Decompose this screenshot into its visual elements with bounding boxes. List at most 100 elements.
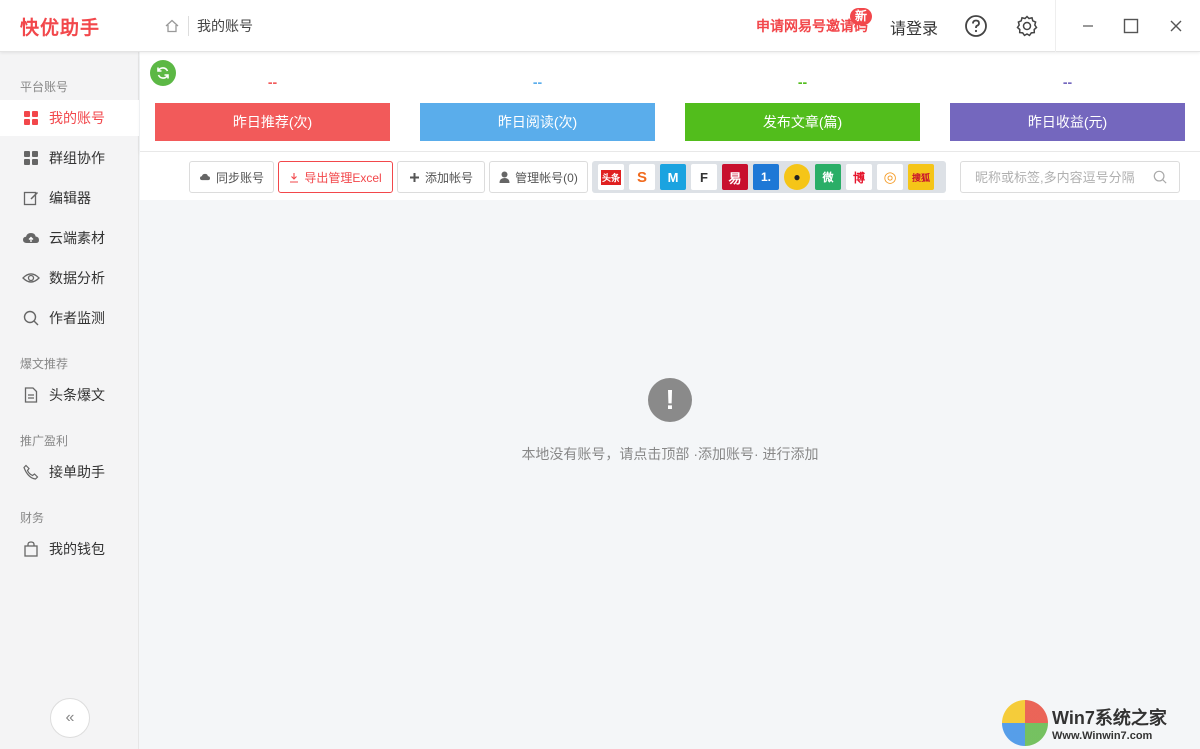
platform-glyph: 易 [728, 168, 741, 187]
netease-platform-icon[interactable]: 易 [722, 164, 748, 190]
watermark-brand: Win7系统之家 [1052, 704, 1167, 730]
platform-glyph: ● [793, 170, 800, 184]
manage-accounts-button[interactable]: 管理帐号(0) [489, 161, 588, 193]
watermark-text: Win7系统之家 Www.Winwin7.com [1052, 704, 1167, 742]
sidebar-item-label: 我的账号 [49, 108, 105, 128]
search-icon[interactable] [1153, 170, 1167, 189]
platform-glyph: F [700, 170, 708, 185]
add-account-button[interactable]: 添加帐号 [397, 161, 485, 193]
sohu-s-platform-icon[interactable]: S [629, 164, 655, 190]
windows-logo-icon [1002, 700, 1048, 746]
sidebar-item-data-analysis[interactable]: 数据分析 [0, 260, 139, 296]
sidebar-item-label: 编辑器 [49, 188, 91, 208]
watermark-url: Www.Winwin7.com [1052, 730, 1167, 742]
ucweb-platform-icon[interactable]: ◎ [877, 164, 903, 190]
sidebar-item-label: 接单助手 [49, 462, 105, 482]
sidebar-item-label: 作者监测 [49, 308, 105, 328]
breadcrumb-current: 我的账号 [197, 16, 253, 36]
sidebar-item-hot-articles[interactable]: 头条爆文 [0, 377, 139, 413]
sidebar-item-label: 云端素材 [49, 228, 105, 248]
search-box [960, 161, 1180, 193]
document-icon [22, 386, 40, 404]
minimize-icon[interactable] [1075, 13, 1101, 39]
platform-glyph: S [637, 169, 647, 186]
new-badge: 新 [850, 8, 872, 25]
grid-icon [22, 149, 40, 167]
manage-accounts-label: 管理帐号(0) [515, 169, 578, 186]
cloud-upload-icon [199, 172, 211, 182]
platform-glyph: 头条 [601, 170, 621, 185]
platform-glyph: ◎ [883, 168, 896, 186]
wechat-platform-icon[interactable]: 微 [815, 164, 841, 190]
sync-accounts-button[interactable]: 同步账号 [189, 161, 274, 193]
platform-glyph: M [668, 170, 679, 185]
sidebar-item-author-monitor[interactable]: 作者监测 [0, 300, 139, 336]
edit-icon [22, 189, 40, 207]
plus-icon [409, 172, 420, 183]
stat-value-income: -- [950, 74, 1185, 90]
sidebar-item-label: 头条爆文 [49, 385, 105, 405]
stat-card-articles[interactable]: 发布文章(篇) [685, 103, 920, 141]
warning-icon: ! [648, 378, 692, 422]
maximize-icon[interactable] [1118, 13, 1144, 39]
window-controls-divider [1055, 0, 1056, 52]
collapse-sidebar-button[interactable]: « [50, 698, 90, 738]
stats-panel: -- -- -- -- 昨日推荐(次) 昨日阅读(次) 发布文章(篇) 昨日收益… [140, 52, 1200, 152]
gear-icon[interactable] [1014, 13, 1040, 39]
m-platform-icon[interactable]: M [660, 164, 686, 190]
weibo-platform-icon[interactable]: 博 [846, 164, 872, 190]
empty-state-message: 本地没有账号，请点击顶部 ·添加账号· 进行添加 [140, 444, 1200, 464]
cloud-upload-icon [22, 229, 40, 247]
eye-icon [22, 269, 40, 287]
double-chevron-left-icon: « [66, 709, 75, 727]
stat-card-read[interactable]: 昨日阅读(次) [420, 103, 655, 141]
breadcrumb-separator [188, 16, 189, 36]
stat-card-recommend[interactable]: 昨日推荐(次) [155, 103, 390, 141]
sidebar-section-title: 财务 [20, 509, 44, 526]
sync-accounts-label: 同步账号 [216, 169, 264, 186]
close-icon[interactable] [1163, 13, 1189, 39]
sidebar-item-label: 我的钱包 [49, 539, 105, 559]
platform-glyph: 博 [853, 169, 865, 186]
camera-platform-icon[interactable]: ● [784, 164, 810, 190]
yidian-platform-icon[interactable]: 1. [753, 164, 779, 190]
sidebar-item-label: 数据分析 [49, 268, 105, 288]
download-icon [289, 172, 299, 183]
stat-card-income[interactable]: 昨日收益(元) [950, 103, 1185, 141]
help-icon[interactable] [963, 13, 989, 39]
sidebar-item-label: 群组协作 [49, 148, 105, 168]
export-excel-label: 导出管理Excel [304, 169, 381, 186]
souhu-platform-icon[interactable]: 搜狐 [908, 164, 934, 190]
platform-glyph: 搜狐 [912, 171, 930, 184]
app-logo: 快优助手 [20, 13, 100, 40]
platform-glyph: 1. [761, 170, 771, 184]
stat-value-read: -- [420, 74, 655, 90]
sidebar: 平台账号 我的账号 群组协作 编辑器 云端素材 数据分析 作者监测 爆 [0, 52, 139, 749]
toutiao-platform-icon[interactable]: 头条 [598, 164, 624, 190]
bag-icon [22, 540, 40, 558]
phone-icon [22, 463, 40, 481]
platform-filter-bar: 头条 S M F 易 1. ● 微 博 ◎ 搜狐 [592, 161, 946, 193]
accounts-content: ! 本地没有账号，请点击顶部 ·添加账号· 进行添加 [140, 200, 1200, 749]
sidebar-item-wallet[interactable]: 我的钱包 [0, 531, 139, 567]
sidebar-section-title: 推广盈利 [20, 432, 68, 449]
watermark: Win7系统之家 Www.Winwin7.com [1002, 699, 1198, 747]
login-button[interactable]: 请登录 [890, 15, 938, 39]
search-input[interactable] [975, 170, 1145, 185]
sidebar-item-group-collab[interactable]: 群组协作 [0, 140, 139, 176]
export-excel-button[interactable]: 导出管理Excel [278, 161, 393, 193]
home-icon[interactable] [164, 18, 180, 34]
sidebar-section-title: 平台账号 [20, 78, 68, 95]
account-toolbar: 同步账号 导出管理Excel 添加帐号 管理帐号(0) 头条 S M F 易 1… [140, 152, 1200, 200]
stat-value-recommend: -- [155, 74, 390, 90]
platform-glyph: 微 [823, 169, 834, 185]
sidebar-item-cloud-assets[interactable]: 云端素材 [0, 220, 139, 256]
f-platform-icon[interactable]: F [691, 164, 717, 190]
breadcrumb: 我的账号 [164, 16, 253, 36]
sidebar-item-my-accounts[interactable]: 我的账号 [0, 100, 139, 136]
grid-icon [22, 109, 40, 127]
sidebar-item-editor[interactable]: 编辑器 [0, 180, 139, 216]
sidebar-section-title: 爆文推荐 [20, 355, 68, 372]
search-icon [22, 309, 40, 327]
sidebar-item-order-assistant[interactable]: 接单助手 [0, 454, 139, 490]
